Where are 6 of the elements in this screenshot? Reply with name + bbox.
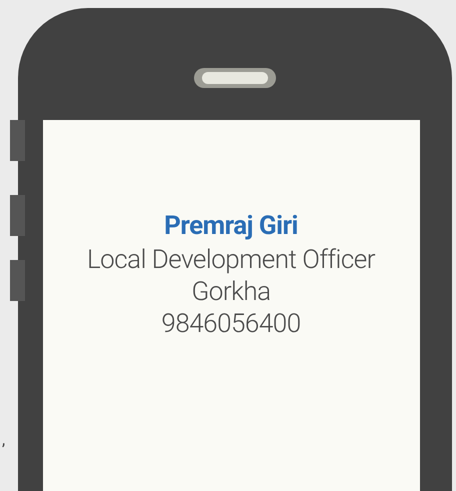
comma-mark: , [2,429,6,451]
contact-district: Gorkha [191,276,271,308]
speaker-icon [194,68,276,88]
contact-title: Local Development Officer [86,244,376,276]
contact-phone: 9846056400 [161,308,301,340]
contact-name: Premraj Giri [164,210,298,242]
